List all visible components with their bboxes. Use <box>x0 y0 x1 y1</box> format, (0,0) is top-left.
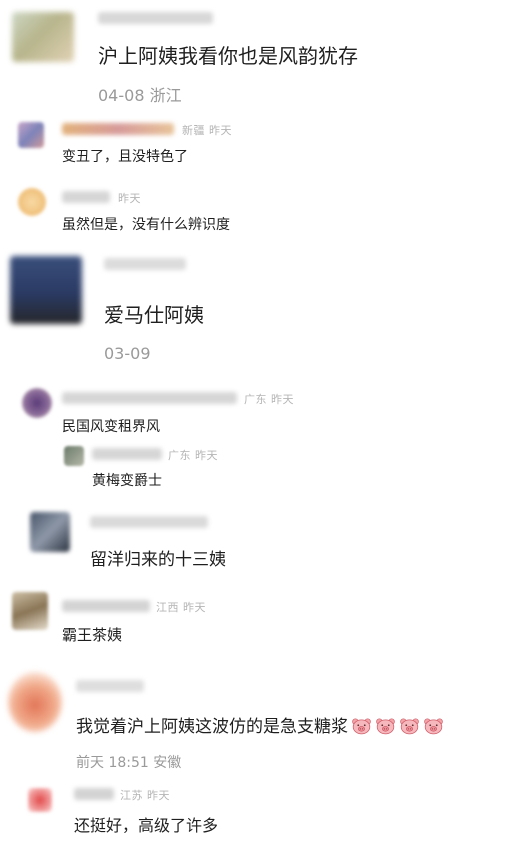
comment-text: 民国风变租界风 <box>62 419 160 435</box>
pig-face-icon <box>352 718 371 735</box>
comment-time: 昨天 <box>271 393 294 406</box>
comment-text: 黄梅变爵士 <box>92 473 162 489</box>
comment-location: 安徽 <box>153 755 182 771</box>
comment-location: 江苏 <box>120 789 143 802</box>
username-blurred[interactable] <box>98 12 213 24</box>
comment-text: 沪上阿姨我看你也是风韵犹存 <box>98 44 358 68</box>
username-blurred[interactable] <box>74 788 114 800</box>
comment-meta: 江苏 昨天 <box>120 787 170 803</box>
comment-text: 留洋归来的十三姨 <box>90 550 226 570</box>
comment-meta: 新疆 昨天 <box>182 122 232 138</box>
comment-location: 广东 <box>168 449 191 462</box>
username-blurred[interactable] <box>90 516 208 528</box>
comment-date: 03-09 <box>104 344 151 363</box>
username-blurred[interactable] <box>76 680 144 692</box>
comment-text: 爱马仕阿姨 <box>104 303 204 327</box>
comment-meta: 江西 昨天 <box>156 599 206 615</box>
comment-date: 04-08 <box>98 86 145 105</box>
comment-time: 昨天 <box>183 601 206 614</box>
comment-meta: 04-08 浙江 <box>98 82 182 106</box>
comment-text: 虽然但是，没有什么辨识度 <box>62 217 230 233</box>
comment-location: 江西 <box>156 601 179 614</box>
comment-text-body: 我觉着沪上阿姨这波仿的是急支糖浆 <box>76 717 348 737</box>
comment-location: 广东 <box>244 393 267 406</box>
username-blurred[interactable] <box>92 448 162 460</box>
comment-location: 新疆 <box>182 124 205 137</box>
comment-date: 前天 18:51 <box>76 755 149 771</box>
comment-meta: 广东 昨天 <box>168 447 218 463</box>
comment-time: 昨天 <box>209 124 232 137</box>
avatar[interactable] <box>12 12 74 62</box>
avatar[interactable] <box>8 672 62 732</box>
pig-face-icon <box>376 718 395 735</box>
comment-text: 变丑了，且没特色了 <box>62 149 188 165</box>
comment-text: 还挺好，高级了许多 <box>74 816 219 835</box>
comment-meta: 昨天 <box>118 190 141 206</box>
avatar[interactable] <box>12 592 48 630</box>
comment-meta: 前天 18:51 安徽 <box>76 752 181 772</box>
comment-time: 昨天 <box>118 192 141 205</box>
username-blurred[interactable] <box>62 191 110 203</box>
avatar[interactable] <box>30 512 70 552</box>
username-blurred[interactable] <box>104 258 186 270</box>
avatar[interactable] <box>18 188 46 216</box>
username-blurred[interactable] <box>62 600 150 612</box>
comment-time: 昨天 <box>147 789 170 802</box>
comment-meta: 广东 昨天 <box>244 391 294 407</box>
comment-text: 霸王茶姨 <box>62 626 123 644</box>
avatar[interactable] <box>28 788 52 812</box>
comment-text: 我觉着沪上阿姨这波仿的是急支糖浆 <box>76 712 444 737</box>
comment-time: 昨天 <box>195 449 218 462</box>
comment-meta: 03-09 <box>104 344 151 363</box>
avatar[interactable] <box>22 388 52 418</box>
avatar[interactable] <box>10 256 82 324</box>
emoji-row <box>348 717 444 737</box>
pig-face-icon <box>424 718 443 735</box>
username-blurred[interactable] <box>62 123 174 135</box>
username-blurred[interactable] <box>62 392 237 404</box>
avatar[interactable] <box>64 446 84 466</box>
comment-location: 浙江 <box>149 86 182 105</box>
pig-face-icon <box>400 718 419 735</box>
avatar[interactable] <box>18 122 44 148</box>
